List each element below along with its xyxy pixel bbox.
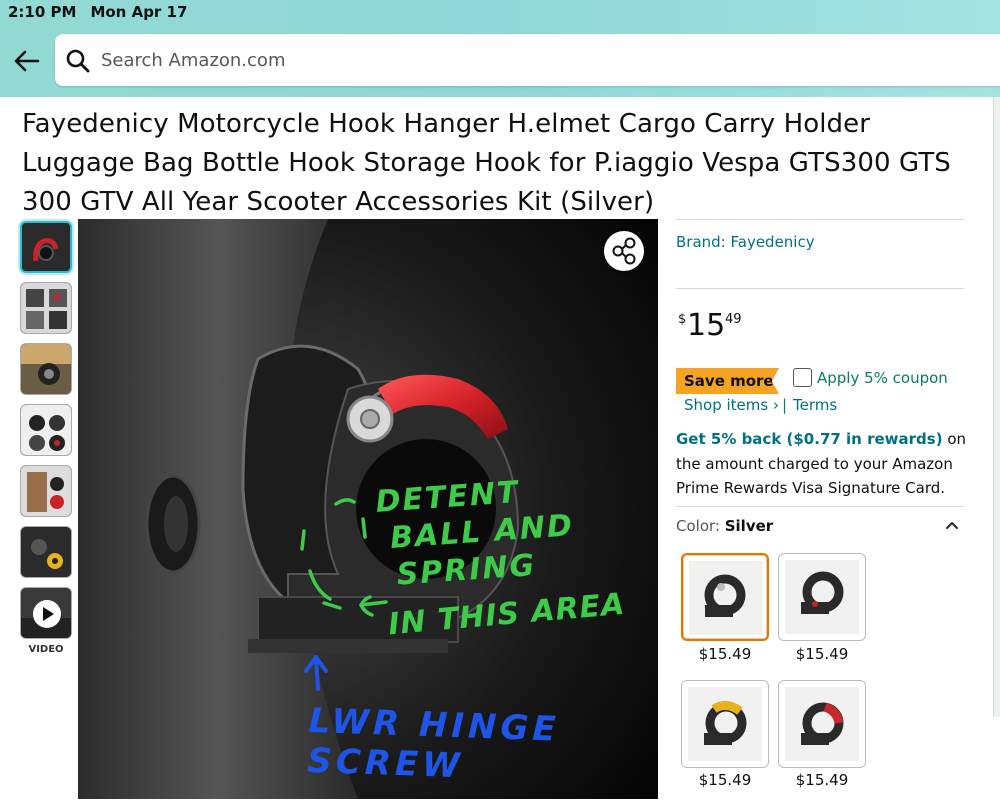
back-arrow-icon[interactable] xyxy=(12,44,42,78)
annotation-detent: DETENT BALL AND SPRING xyxy=(374,470,577,594)
swatch-image xyxy=(689,561,763,635)
video-label: VIDEO xyxy=(28,644,64,655)
divider xyxy=(676,219,964,220)
shop-items-link[interactable]: Shop items › xyxy=(684,396,779,414)
brand-link[interactable]: Brand: Fayedenicy xyxy=(676,233,964,288)
color-swatch-1[interactable] xyxy=(681,553,769,641)
swatch-price-3: $15.49 xyxy=(698,771,752,789)
thumbnail-video[interactable] xyxy=(20,587,72,639)
main-product-image[interactable]: DETENT BALL AND SPRING IN THIS AREA LWR … xyxy=(78,219,658,799)
coupon-checkbox[interactable] xyxy=(793,368,812,387)
status-bar: 2:10 PM Mon Apr 17 xyxy=(8,3,187,21)
price: $ 15 49 xyxy=(676,308,964,365)
annotation-hinge: LWR HINGE SCREW xyxy=(306,700,561,787)
rewards-link[interactable]: Get 5% back ($0.77 in rewards) xyxy=(676,430,943,448)
price-whole: 15 xyxy=(687,308,726,343)
thumbnail-3[interactable] xyxy=(20,343,72,395)
buy-panel: Brand: Fayedenicy $ 15 49 xyxy=(676,219,964,365)
color-swatch-4[interactable] xyxy=(778,680,866,768)
thumbnail-image xyxy=(21,283,71,333)
coupon-label[interactable]: Apply 5% coupon xyxy=(817,369,948,387)
thumbnail-2[interactable] xyxy=(20,282,72,334)
swatch-image xyxy=(785,687,859,761)
swatch-price-1: $15.49 xyxy=(698,645,752,663)
terms-link[interactable]: Terms xyxy=(793,396,837,414)
color-value: Silver xyxy=(724,517,774,535)
coupon-links: Shop items › | Terms xyxy=(684,396,837,414)
swatch-price-2: $15.49 xyxy=(795,645,849,663)
color-swatch-2[interactable] xyxy=(778,553,866,641)
thumbnail-image xyxy=(21,344,71,394)
search-icon[interactable] xyxy=(65,48,91,74)
thumbnail-4[interactable] xyxy=(20,404,72,456)
link-separator: | xyxy=(781,396,788,414)
app-header: 2:10 PM Mon Apr 17 xyxy=(0,0,1000,97)
play-icon xyxy=(33,600,61,628)
color-selector-header[interactable]: Color: Silver xyxy=(676,517,964,535)
color-label: Color: xyxy=(676,517,725,535)
price-fraction: 49 xyxy=(725,312,742,327)
price-symbol: $ xyxy=(678,312,687,327)
swatch-image xyxy=(688,687,762,761)
share-button[interactable] xyxy=(604,231,644,271)
scrollbar[interactable] xyxy=(993,97,1000,717)
status-time: 2:10 PM xyxy=(8,3,77,21)
thumbnail-5[interactable] xyxy=(20,465,72,517)
swatch-image xyxy=(785,560,859,634)
status-date: Mon Apr 17 xyxy=(90,3,188,21)
divider xyxy=(676,288,964,289)
thumbnail-image xyxy=(21,466,71,516)
color-swatch-3[interactable] xyxy=(681,680,769,768)
thumbnail-list: VIDEO xyxy=(20,221,76,655)
thumbnail-1[interactable] xyxy=(20,221,72,273)
divider xyxy=(676,506,964,507)
chevron-up-icon[interactable] xyxy=(945,517,959,531)
thumbnail-image xyxy=(22,223,70,271)
rewards-text: Get 5% back ($0.77 in rewards) on the am… xyxy=(676,427,968,501)
save-more-badge: Save more xyxy=(676,368,779,394)
thumbnail-image xyxy=(21,405,71,455)
thumbnail-image xyxy=(21,527,71,577)
search-input[interactable] xyxy=(101,44,981,76)
swatch-price-4: $15.49 xyxy=(795,771,849,789)
thumbnail-6[interactable] xyxy=(20,526,72,578)
share-icon xyxy=(612,237,636,265)
search-bar[interactable] xyxy=(55,34,1000,86)
product-title: Fayedenicy Motorcycle Hook Hanger H.elme… xyxy=(22,109,951,217)
